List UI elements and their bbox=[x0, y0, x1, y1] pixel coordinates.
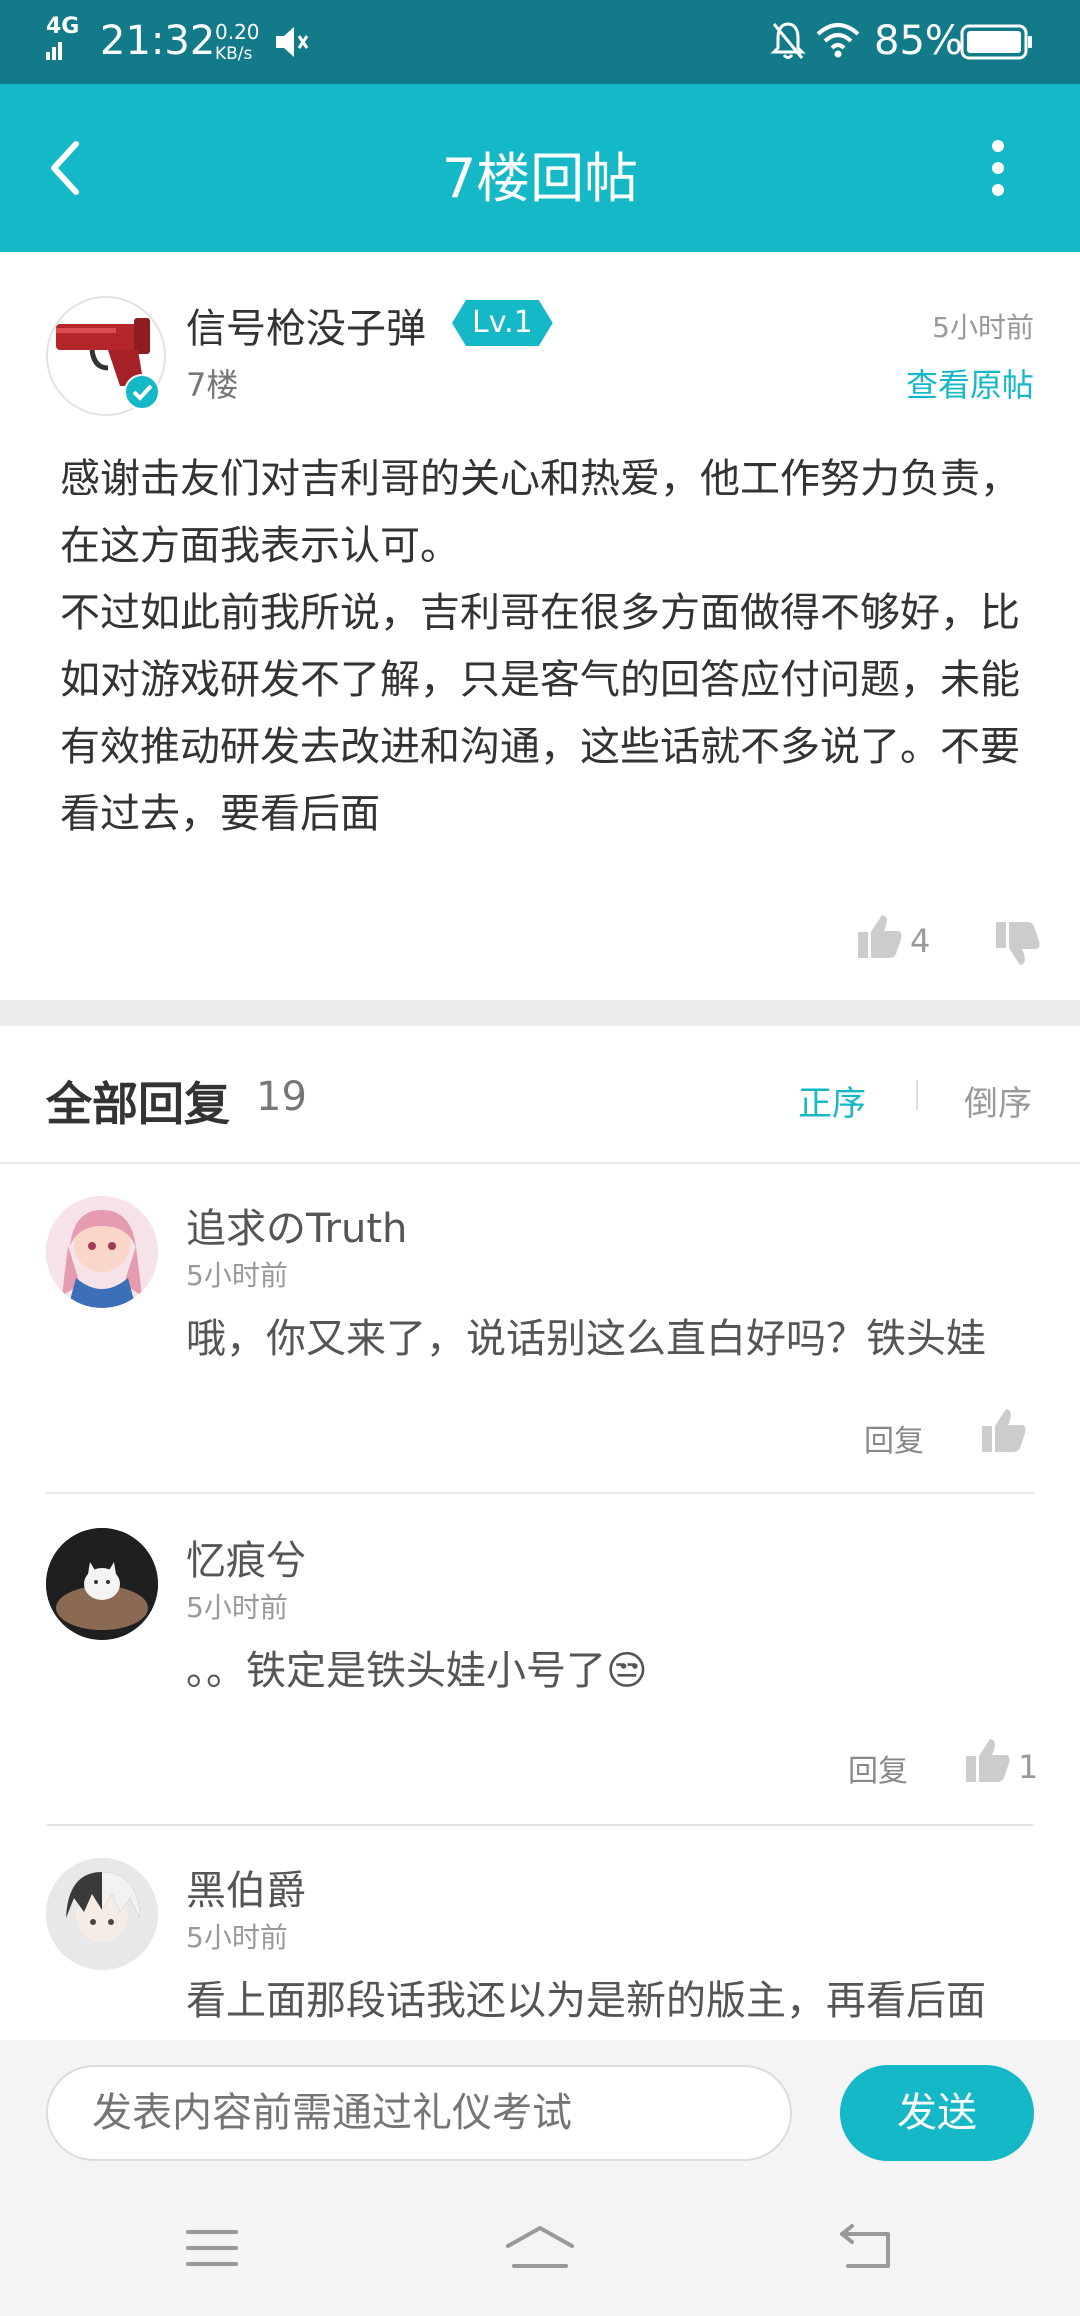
verified-check-icon bbox=[124, 374, 160, 410]
reply-username[interactable]: 追求のTruth bbox=[186, 1196, 407, 1254]
section-separator bbox=[0, 1000, 1080, 1026]
status-bar: 4G 21:32 0.20 KB/s 85% bbox=[0, 0, 1080, 84]
more-vertical-icon[interactable] bbox=[988, 140, 1008, 196]
status-time: 21:32 bbox=[100, 18, 216, 64]
thumbs-down-icon[interactable] bbox=[994, 920, 1042, 968]
mute-icon bbox=[276, 27, 309, 57]
reply-divider bbox=[46, 1824, 1034, 1826]
reply-text: 。。铁定是铁头娃小号了😒 bbox=[186, 1648, 648, 1694]
reply-avatar[interactable] bbox=[46, 1528, 158, 1640]
net-speed-value: 0.20 bbox=[215, 20, 260, 44]
reply-button[interactable]: 回复 bbox=[864, 1416, 924, 1460]
wifi-icon bbox=[816, 23, 860, 58]
post-like-count: 4 bbox=[910, 922, 931, 960]
post-paragraph: 感谢击友们对吉利哥的关心和热爱，他工作努力负责，在这方面我表示认可。 bbox=[60, 456, 1020, 569]
reply-like-count: 1 bbox=[1018, 1748, 1039, 1786]
kitten-avatar-image bbox=[46, 1528, 158, 1640]
post-time: 5小时前 bbox=[932, 311, 1034, 344]
bell-off-icon bbox=[770, 22, 806, 59]
reply-divider bbox=[46, 1492, 1034, 1494]
app-header: 7楼回帖 bbox=[0, 84, 1080, 252]
anime-girl-avatar-image bbox=[46, 1196, 158, 1308]
page-title: 7楼回帖 bbox=[441, 147, 639, 210]
reply-time: 5小时前 bbox=[186, 1259, 288, 1292]
battery-icon bbox=[960, 24, 1032, 60]
all-replies-title: 全部回复 bbox=[46, 1077, 230, 1131]
sort-divider bbox=[916, 1080, 918, 1110]
reply-time: 5小时前 bbox=[186, 1591, 288, 1624]
anime-boy-avatar-image bbox=[46, 1858, 158, 1970]
reply-avatar[interactable] bbox=[46, 1196, 158, 1308]
post-content: 感谢击友们对吉利哥的关心和热爱，他工作努力负责，在这方面我表示认可。 不过如此前… bbox=[60, 446, 1020, 848]
reply-button[interactable]: 回复 bbox=[848, 1746, 908, 1790]
signal-icon bbox=[46, 42, 62, 60]
reply-username[interactable]: 黑伯爵 bbox=[186, 1858, 306, 1916]
post-username[interactable]: 信号枪没子弹 bbox=[186, 296, 426, 354]
network-label: 4G bbox=[46, 14, 80, 39]
thumbs-up-icon[interactable] bbox=[856, 912, 904, 960]
composer-bar: 发送 bbox=[0, 2040, 1080, 2180]
post-floor: 7楼 bbox=[186, 366, 239, 404]
thumbs-up-icon[interactable] bbox=[980, 1406, 1028, 1454]
reply-input[interactable] bbox=[46, 2065, 792, 2161]
replies-header-divider bbox=[0, 1162, 1080, 1164]
menu-icon[interactable] bbox=[184, 2226, 240, 2270]
reply-username[interactable]: 忆痕兮 bbox=[186, 1528, 306, 1586]
reply-time: 5小时前 bbox=[186, 1921, 288, 1954]
reply-text: 看上面那段话我还以为是新的版主，再看后面 bbox=[186, 1978, 986, 2024]
home-icon[interactable] bbox=[504, 2222, 576, 2272]
sort-ascending-button[interactable]: 正序 bbox=[798, 1076, 866, 1125]
send-button[interactable]: 发送 bbox=[840, 2065, 1034, 2161]
sort-descending-button[interactable]: 倒序 bbox=[964, 1076, 1032, 1125]
reply-avatar[interactable] bbox=[46, 1858, 158, 1970]
reply-text: 哦，你又来了，说话别这么直白好吗？铁头娃 bbox=[186, 1316, 986, 1362]
net-speed-unit: KB/s bbox=[215, 44, 253, 64]
reply-count: 19 bbox=[256, 1074, 307, 1120]
post-paragraph: 不过如此前我所说，吉利哥在很多方面做得不够好，比如对游戏研发不了解，只是客气的回… bbox=[60, 590, 1020, 837]
battery-percent: 85% bbox=[874, 18, 963, 64]
thumbs-up-icon[interactable] bbox=[964, 1736, 1012, 1784]
level-badge: Lv.1 bbox=[452, 300, 553, 346]
view-original-link[interactable]: 查看原帖 bbox=[906, 360, 1034, 406]
return-icon[interactable] bbox=[838, 2222, 894, 2272]
system-nav-bar bbox=[0, 2180, 1080, 2316]
